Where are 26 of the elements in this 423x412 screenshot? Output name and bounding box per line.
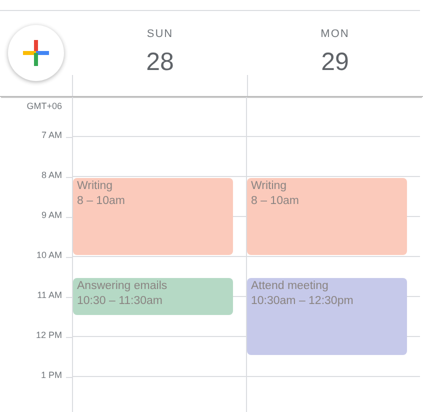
- event-card[interactable]: Writing 8 – 10am: [247, 178, 407, 255]
- weekday-label: SUN: [146, 28, 174, 40]
- date-number[interactable]: 28: [146, 48, 174, 77]
- date-number[interactable]: 29: [321, 48, 349, 77]
- event-time: 10:30 – 11:30am: [77, 294, 164, 309]
- event-title: Answering emails: [77, 279, 168, 294]
- event-card[interactable]: Answering emails 10:30 – 11:30am: [73, 278, 233, 315]
- event-time: 8 – 10am: [251, 194, 300, 209]
- hour-label: 9 AM: [41, 210, 62, 220]
- event-title: Writing: [77, 179, 114, 194]
- hour-label: 11 AM: [37, 290, 62, 300]
- timezone-label: GMT+06: [26, 101, 62, 111]
- event-title: Writing: [251, 179, 288, 194]
- hour-label: 10 AM: [36, 250, 62, 260]
- event-card[interactable]: Writing 8 – 10am: [73, 178, 233, 255]
- hour-label: 8 AM: [41, 170, 62, 180]
- event-time: 8 – 10am: [77, 194, 126, 209]
- event-card[interactable]: Attend meeting 10:30am – 12:30pm: [247, 278, 407, 355]
- hour-label: 12 PM: [36, 330, 62, 340]
- hour-label: 1 PM: [40, 370, 62, 380]
- weekday-label: MON: [320, 28, 350, 40]
- event-time: 10:30am – 12:30pm: [251, 294, 354, 309]
- event-title: Attend meeting: [251, 279, 330, 294]
- plus-icon: [23, 40, 49, 66]
- hour-label: 7 AM: [41, 130, 62, 140]
- create-button[interactable]: [8, 25, 64, 81]
